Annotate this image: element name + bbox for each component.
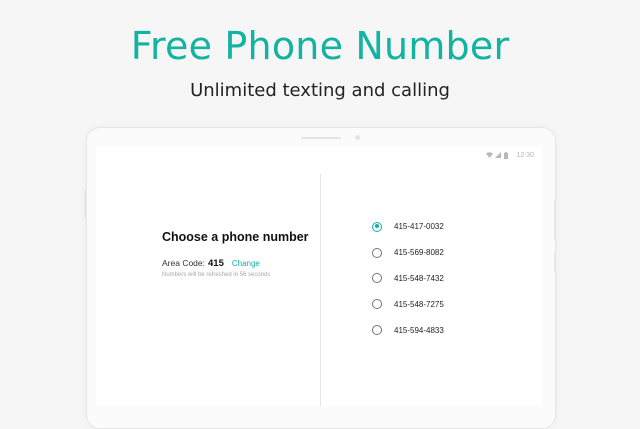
phone-number-text: 415-417-0032 (394, 222, 444, 232)
area-code-panel: Choose a phone number Area Code: 415 Cha… (162, 230, 312, 278)
phone-number-option[interactable]: 415-548-7432 (372, 266, 444, 292)
radio-button[interactable] (372, 273, 382, 284)
hero-subtitle: Unlimited texting and calling (190, 80, 450, 101)
panel-divider (320, 174, 321, 406)
radio-button[interactable] (372, 247, 382, 258)
phone-number-list: 415-417-0032 415-569-8082 415-548-7432 4… (372, 214, 444, 343)
area-code-value: 415 (208, 258, 224, 269)
phone-number-option[interactable]: 415-569-8082 (372, 240, 444, 266)
phone-number-option[interactable]: 415-548-7275 (372, 291, 444, 317)
radio-button[interactable] (372, 299, 382, 310)
hero-title: Free Phone Number (130, 24, 510, 68)
phone-number-text: 415-594-4833 (394, 325, 444, 335)
tablet-camera (355, 135, 360, 140)
radio-button[interactable] (372, 325, 382, 336)
tablet-side-button (554, 200, 556, 240)
change-area-code-link[interactable]: Change (232, 259, 260, 268)
phone-number-text: 415-548-7275 (394, 299, 444, 309)
tablet-side-button (554, 252, 556, 272)
tablet-side-button (84, 190, 86, 218)
area-code-label: Area Code: (162, 258, 205, 268)
wifi-icon (486, 152, 494, 158)
phone-number-option[interactable]: 415-594-4833 (372, 317, 444, 343)
choose-number-title: Choose a phone number (162, 230, 309, 244)
radio-button[interactable] (372, 221, 382, 232)
phone-number-text: 415-569-8082 (394, 248, 444, 258)
battery-icon (504, 152, 510, 159)
status-time: 12:30 (516, 151, 534, 159)
phone-number-text: 415-548-7432 (394, 273, 444, 283)
signal-icon (495, 152, 502, 158)
refresh-note: Numbers will be refreshed in 56 seconds (162, 272, 271, 278)
status-bar: 12:30 (486, 149, 534, 161)
phone-number-option[interactable]: 415-417-0032 (372, 214, 444, 240)
tablet-speaker (301, 137, 341, 139)
tablet-screen: 12:30 Choose a phone number Area Code: 4… (96, 146, 542, 406)
area-code-row: Area Code: 415 Change (162, 258, 312, 269)
